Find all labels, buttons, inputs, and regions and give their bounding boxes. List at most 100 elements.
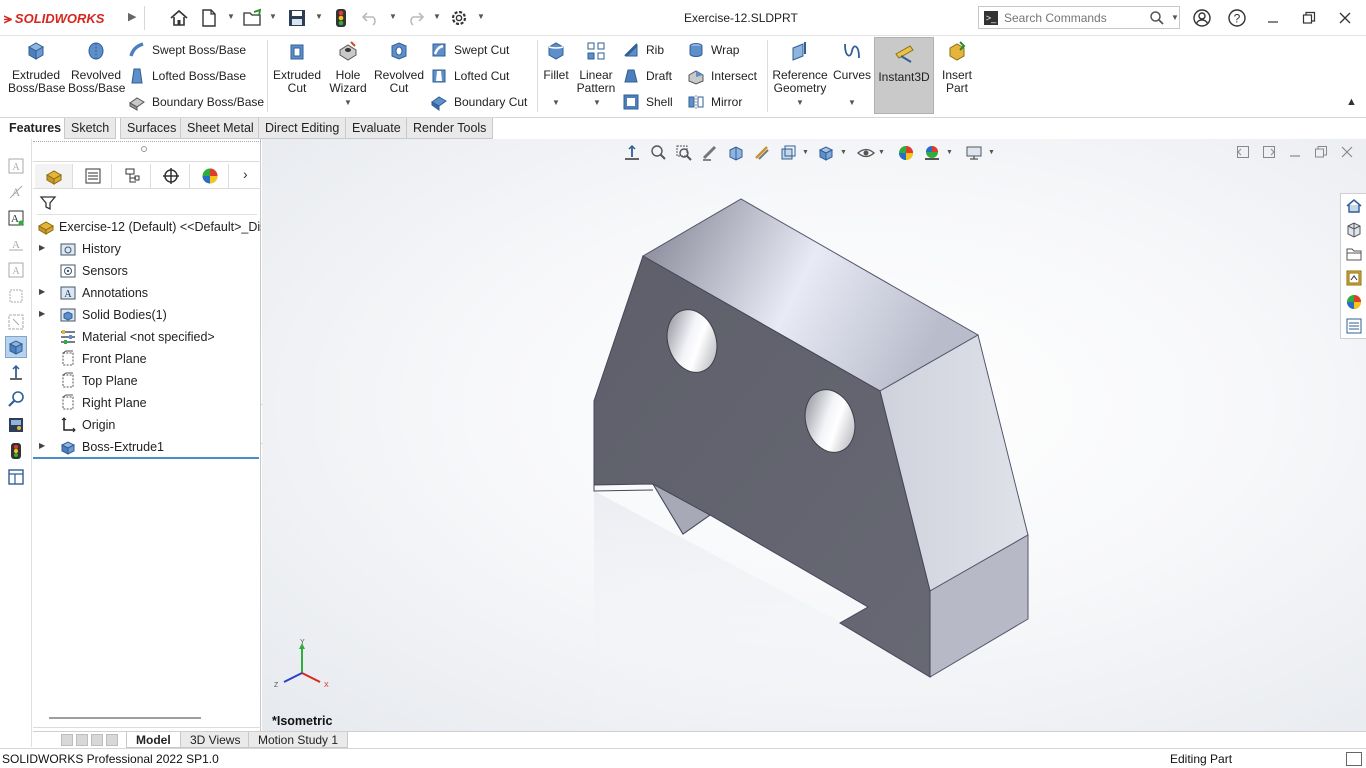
lofted-cut-button[interactable]: Lofted Cut	[430, 65, 509, 87]
open-button[interactable]	[241, 6, 265, 30]
tree-item-front-plane[interactable]: Front Plane	[33, 348, 261, 370]
user-account-button[interactable]	[1189, 6, 1215, 30]
mirror-button[interactable]: Mirror	[687, 91, 742, 113]
task-pane-appearances-button[interactable]	[1343, 291, 1364, 312]
tile-right-icon[interactable]	[1262, 145, 1276, 159]
panel-grip-icon[interactable]	[141, 146, 147, 152]
linear-pattern-button[interactable]: Linear Pattern	[574, 40, 618, 95]
zoom-to-area-button[interactable]	[674, 143, 694, 163]
swept-cut-button[interactable]: Swept Cut	[430, 39, 509, 61]
task-pane-home-button[interactable]	[1343, 195, 1364, 216]
curves-button[interactable]: Curves	[832, 40, 872, 82]
doc-minimize-icon[interactable]	[1288, 145, 1302, 159]
previous-tab-icon[interactable]	[76, 734, 88, 746]
task-pane-resources-button[interactable]	[1343, 219, 1364, 240]
expand-icon[interactable]: ▶	[39, 441, 45, 450]
hide-show-items-button[interactable]	[856, 143, 876, 163]
tab-motion-study-1[interactable]: Motion Study 1	[248, 732, 349, 748]
tree-item-sensors[interactable]: Sensors	[33, 260, 261, 282]
tree-filter[interactable]	[37, 191, 257, 215]
move-tool[interactable]	[5, 362, 27, 384]
more-tabs-icon[interactable]: ›	[243, 166, 248, 182]
close-button[interactable]	[1332, 6, 1358, 30]
tab-render-tools[interactable]: Render Tools	[406, 118, 494, 139]
undo-button[interactable]	[359, 6, 383, 30]
search-dropdown-icon[interactable]: ▼	[1171, 13, 1179, 22]
datum-tool[interactable]: A	[5, 233, 27, 255]
3d-view-tool[interactable]	[5, 336, 27, 358]
filter-icon[interactable]	[39, 194, 57, 212]
save-dropdown-icon[interactable]: ▼	[315, 12, 323, 21]
options-dropdown-icon[interactable]: ▼	[477, 12, 485, 21]
reference-geometry-button[interactable]: Reference Geometry	[772, 40, 828, 95]
rib-button[interactable]: Rib	[622, 39, 664, 61]
expand-icon[interactable]: ▶	[39, 287, 45, 296]
redo-dropdown-icon[interactable]: ▼	[433, 12, 441, 21]
fillet-button[interactable]: Fillet	[540, 40, 572, 82]
weld-symbol-tool[interactable]	[5, 285, 27, 307]
save-button[interactable]	[285, 6, 309, 30]
shell-button[interactable]: Shell	[622, 91, 673, 113]
view-orientation-button[interactable]	[778, 143, 798, 163]
status-message-icon[interactable]	[1346, 752, 1362, 766]
tree-item-material[interactable]: Material <not specified>	[33, 326, 261, 348]
hide-show-dropdown-icon[interactable]: ▼	[878, 149, 885, 156]
curves-dropdown-icon[interactable]: ▼	[848, 98, 856, 107]
fillet-dropdown-icon[interactable]: ▼	[552, 98, 560, 107]
tab-sketch[interactable]: Sketch	[64, 118, 117, 139]
doc-close-icon[interactable]	[1340, 145, 1354, 159]
view-orientation-normal-button[interactable]	[622, 143, 642, 163]
menu-expand-icon[interactable]: ▶	[128, 10, 136, 23]
options-button[interactable]	[447, 6, 471, 30]
dynamic-annotation-button[interactable]	[752, 143, 772, 163]
doc-restore-icon[interactable]	[1314, 145, 1328, 159]
extruded-cut-button[interactable]: Extruded Cut	[270, 40, 324, 95]
previous-view-button[interactable]	[700, 143, 720, 163]
tab-features[interactable]: Features	[2, 118, 69, 139]
tab-evaluate[interactable]: Evaluate	[345, 118, 408, 139]
boundary-boss-button[interactable]: Boundary Boss/Base	[128, 91, 264, 113]
zoom-to-fit-button[interactable]	[648, 143, 668, 163]
new-document-button[interactable]	[197, 6, 221, 30]
reference-geometry-dropdown-icon[interactable]: ▼	[796, 98, 804, 107]
tree-item-boss-extrude1[interactable]: ▶ Boss-Extrude1	[33, 436, 261, 458]
redo-button[interactable]	[403, 6, 427, 30]
next-tab-icon[interactable]	[91, 734, 103, 746]
last-tab-icon[interactable]	[106, 734, 118, 746]
tree-item-top-plane[interactable]: Top Plane	[33, 370, 261, 392]
task-pane-file-explorer-button[interactable]	[1343, 243, 1364, 264]
task-pane-custom-properties-button[interactable]	[1343, 315, 1364, 336]
expand-icon[interactable]: ▶	[39, 309, 45, 318]
view-settings-button[interactable]	[964, 143, 984, 163]
section-view-button[interactable]	[726, 143, 746, 163]
tree-item-right-plane[interactable]: Right Plane	[33, 392, 261, 414]
help-button[interactable]: ?	[1224, 6, 1250, 30]
home-button[interactable]	[167, 6, 191, 30]
tree-horizontal-scrollbar[interactable]	[49, 717, 201, 719]
tree-item-history[interactable]: ▶ History	[33, 238, 261, 260]
expand-icon[interactable]: ▶	[39, 243, 45, 252]
part-model[interactable]	[262, 139, 1366, 731]
tab-3d-views[interactable]: 3D Views	[180, 732, 251, 748]
solidworks-logo[interactable]: ⪫ SOLIDWORKS	[4, 8, 104, 28]
tab-sheet-metal[interactable]: Sheet Metal	[180, 118, 261, 139]
task-pane-view-palette-button[interactable]	[1343, 267, 1364, 288]
tab-dimxpert-manager[interactable]	[152, 164, 190, 188]
tab-configuration-manager[interactable]	[113, 164, 151, 188]
display-style-button[interactable]	[816, 143, 836, 163]
insert-part-button[interactable]: Insert Part	[936, 40, 978, 95]
intersect-button[interactable]: Intersect	[687, 65, 757, 87]
scene-dropdown-icon[interactable]: ▼	[946, 149, 953, 156]
graphics-area[interactable]: ▼ ▼ ▼ ▼ ▼ Y X Z *Isometric	[262, 139, 1366, 731]
wrap-button[interactable]: Wrap	[687, 39, 739, 61]
tab-model[interactable]: Model	[126, 732, 181, 748]
tab-property-manager[interactable]	[74, 164, 112, 188]
surface-finish-tool[interactable]: A	[5, 259, 27, 281]
swept-boss-button[interactable]: Swept Boss/Base	[128, 39, 246, 61]
smart-dimension-tool[interactable]: A	[5, 155, 27, 177]
tree-item-solid-bodies[interactable]: ▶ Solid Bodies(1)	[33, 304, 261, 326]
note-tool[interactable]: A	[5, 181, 27, 203]
tree-item-annotations[interactable]: ▶ A Annotations	[33, 282, 261, 304]
tab-surfaces[interactable]: Surfaces	[120, 118, 184, 139]
geometric-tolerance-tool[interactable]	[5, 311, 27, 333]
